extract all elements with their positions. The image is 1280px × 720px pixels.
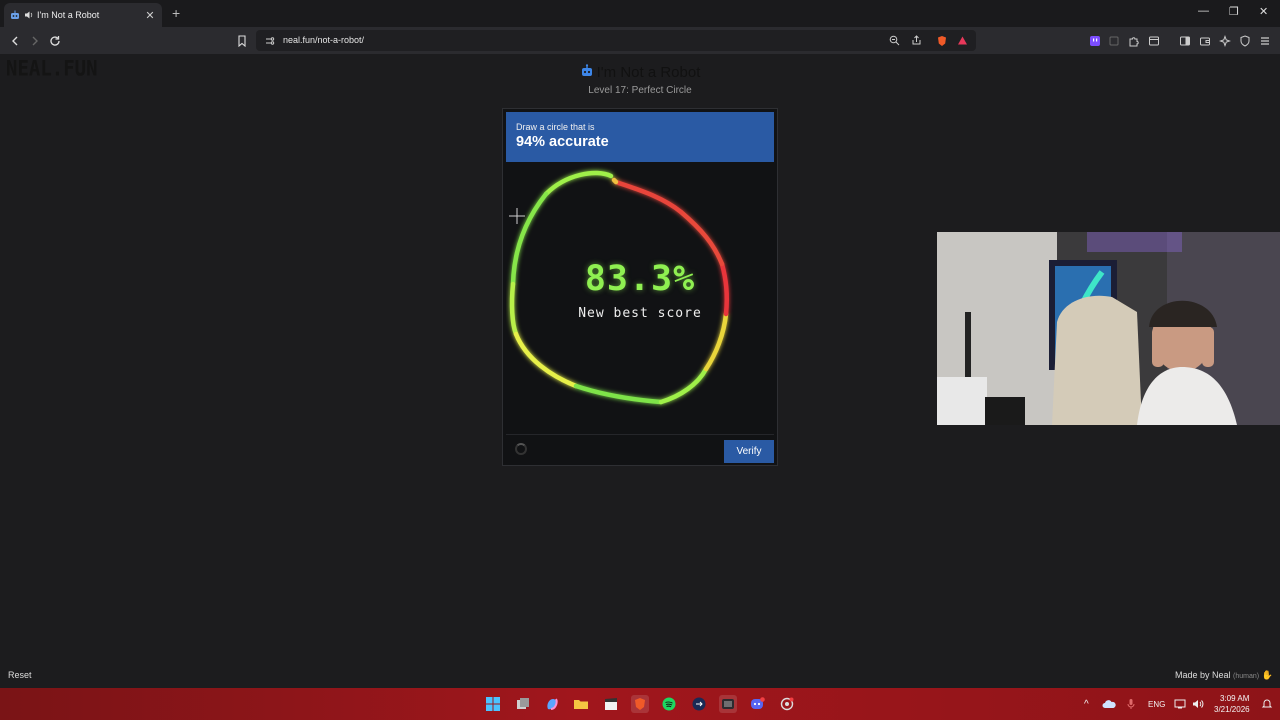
url-text: neal.fun/not-a-robot/ [283, 35, 365, 45]
brave-rewards-icon[interactable] [955, 33, 970, 48]
restore-icon[interactable]: ❐ [1229, 5, 1239, 18]
tab-close-icon[interactable]: ✕ [144, 9, 156, 22]
menu-icon[interactable] [1257, 33, 1272, 48]
bookmark-icon[interactable] [234, 33, 249, 48]
brave-shields-icon[interactable] [934, 33, 949, 48]
made-by-note: (human) [1233, 673, 1260, 680]
reset-button[interactable]: Reset [8, 670, 32, 680]
share-icon[interactable] [909, 33, 924, 48]
notification-icon[interactable] [1259, 695, 1275, 713]
back-icon[interactable] [7, 33, 22, 48]
minimize-icon[interactable]: — [1198, 5, 1209, 17]
task-view-icon[interactable] [514, 695, 532, 713]
made-by-text: Made by Neal [1175, 670, 1231, 680]
clock-time[interactable]: 3:09 AM [1220, 694, 1249, 703]
captcha-footer: Verify [506, 434, 774, 464]
hand-icon: ✋ [1261, 670, 1273, 680]
tray-overflow-icon[interactable]: ^ [1084, 699, 1089, 710]
microphone-icon[interactable] [1123, 695, 1139, 713]
robot-icon [580, 64, 594, 82]
new-best-label: New best score [578, 306, 702, 321]
volume-icon[interactable] [1190, 695, 1206, 713]
browser-tab[interactable]: I'm Not a Robot ✕ [4, 3, 162, 27]
twitch-extension-icon[interactable] [1087, 33, 1102, 48]
zoom-icon[interactable] [887, 33, 902, 48]
score-display: 83.3% [584, 259, 696, 299]
captcha-widget: Draw a circle that is 94% accurate 83.3%… [502, 108, 778, 466]
copilot-icon[interactable] [543, 695, 561, 713]
window-close-icon[interactable]: ✕ [1259, 5, 1268, 18]
forward-icon[interactable] [27, 33, 42, 48]
file-explorer-icon[interactable] [572, 695, 590, 713]
media-icon[interactable] [1146, 33, 1161, 48]
discord-icon[interactable] [748, 695, 766, 713]
captcha-target: 94% accurate [516, 134, 609, 150]
page-title: I'm Not a Robot [0, 64, 1280, 82]
brave-browser-icon[interactable] [631, 695, 649, 713]
site-info-icon[interactable] [262, 33, 277, 48]
captcha-header: Draw a circle that is 94% accurate [506, 112, 774, 162]
leo-ai-icon[interactable] [1217, 33, 1232, 48]
spotify-icon[interactable] [660, 695, 678, 713]
drawing-canvas[interactable]: 83.3% New best score [506, 164, 774, 432]
start-menu-icon[interactable] [484, 695, 502, 713]
new-tab-button[interactable]: + [172, 5, 180, 21]
wallet-icon[interactable] [1197, 33, 1212, 48]
tab-title: I'm Not a Robot [37, 10, 100, 20]
settings-app-icon[interactable] [778, 695, 796, 713]
obs-studio-icon[interactable] [719, 695, 737, 713]
reload-icon[interactable] [47, 33, 62, 48]
extension-icon[interactable] [1106, 33, 1121, 48]
network-icon[interactable] [1172, 695, 1188, 713]
language-indicator[interactable]: ENG [1148, 700, 1165, 709]
vpn-shield-icon[interactable] [1237, 33, 1252, 48]
puzzle-icon[interactable] [1126, 33, 1141, 48]
address-bar[interactable]: neal.fun/not-a-robot/ [256, 30, 976, 51]
webcam-overlay [937, 232, 1280, 425]
clock-date[interactable]: 3/21/2026 [1214, 705, 1250, 714]
verify-button[interactable]: Verify [724, 440, 774, 463]
level-label: Level 17: Perfect Circle [588, 85, 692, 96]
page-title-text: I'm Not a Robot [596, 64, 701, 81]
made-by-credit[interactable]: Made by Neal (human) ✋ [1175, 670, 1273, 681]
terminal-app-icon[interactable] [690, 695, 708, 713]
crosshair-cursor-icon [509, 208, 525, 224]
browser-tab-bar: I'm Not a Robot ✕ + — ❐ ✕ [0, 0, 1280, 27]
loading-spinner-icon [515, 443, 527, 455]
speaker-icon[interactable] [24, 10, 34, 20]
captcha-instruction: Draw a circle that is [516, 122, 595, 132]
windows-taskbar: ^ ENG 3:09 AM 3/21/2026 [0, 688, 1280, 720]
sidebar-icon[interactable] [1177, 33, 1192, 48]
browser-toolbar: neal.fun/not-a-robot/ [0, 27, 1280, 54]
page-content: NEAL.FUN I'm Not a Robot Level 17: Perfe… [0, 54, 1280, 688]
clapper-app-icon[interactable] [602, 695, 620, 713]
onedrive-icon[interactable] [1101, 695, 1117, 713]
robot-favicon-icon [10, 10, 20, 20]
